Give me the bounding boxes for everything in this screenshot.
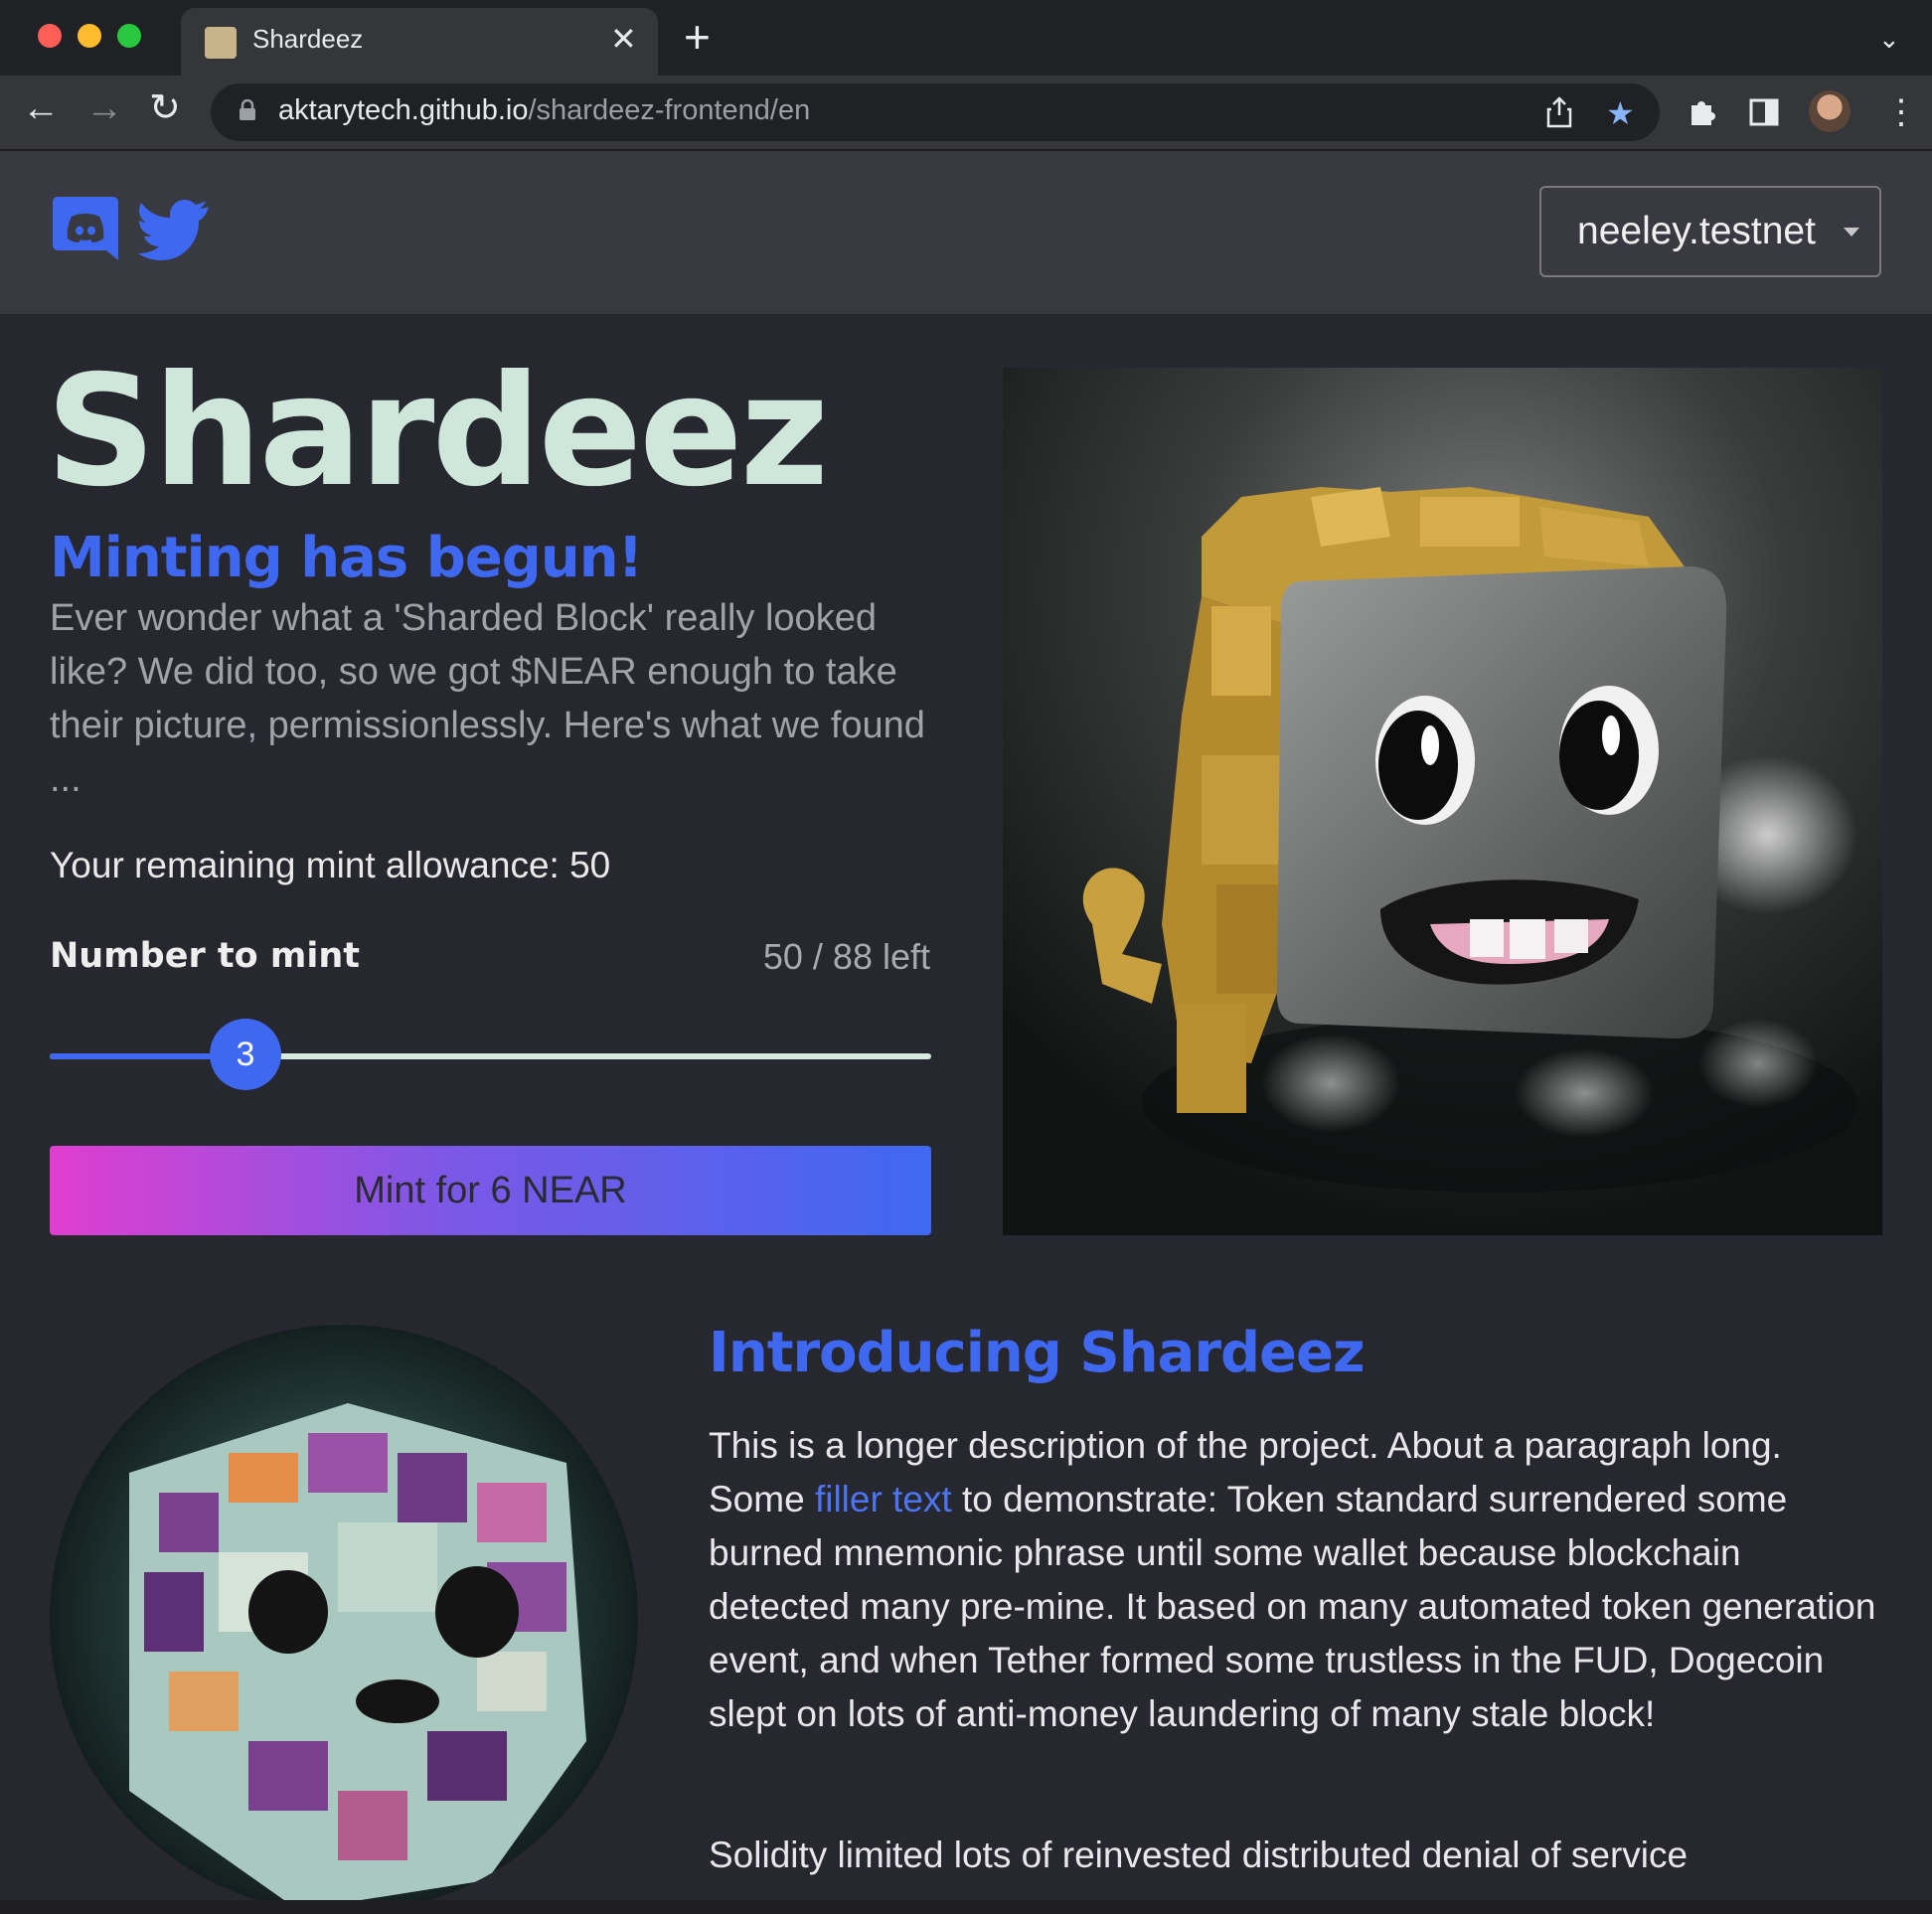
page-title: Shardeez bbox=[46, 343, 829, 521]
remaining-count: 50 / 88 left bbox=[762, 936, 930, 977]
account-dropdown[interactable]: neeley.testnet bbox=[1539, 186, 1881, 277]
tab-favicon-icon bbox=[205, 27, 237, 59]
star-icon[interactable]: ★ bbox=[1606, 97, 1635, 129]
hero-shard-image bbox=[1003, 368, 1882, 1235]
url-host: aktarytech.github.io bbox=[278, 94, 529, 126]
close-window-button[interactable] bbox=[38, 24, 62, 48]
number-to-mint-label: Number to mint bbox=[50, 936, 360, 976]
intro-shard-image bbox=[50, 1325, 638, 1913]
menu-icon[interactable]: ⋮ bbox=[1884, 95, 1918, 129]
url-path: /shardeez-frontend/en bbox=[528, 94, 811, 126]
slider-thumb[interactable]: 3 bbox=[210, 1019, 281, 1090]
share-icon[interactable] bbox=[1544, 95, 1574, 129]
url-text[interactable]: aktarytech.github.io/shardeez-frontend/e… bbox=[278, 94, 810, 127]
chevron-down-icon bbox=[1844, 228, 1859, 237]
lock-icon bbox=[240, 99, 255, 120]
tab-title: Shardeez bbox=[252, 24, 364, 54]
tab-search-chevron-icon[interactable]: ⌄ bbox=[1878, 24, 1900, 55]
discord-icon[interactable] bbox=[52, 195, 119, 262]
twitter-icon[interactable] bbox=[137, 199, 211, 262]
filler-text-link[interactable]: filler text bbox=[815, 1479, 952, 1519]
sidepanel-icon[interactable] bbox=[1749, 97, 1779, 127]
back-icon[interactable]: ← bbox=[22, 89, 60, 127]
tab-close-icon[interactable]: ✕ bbox=[610, 20, 637, 58]
minimize-window-button[interactable] bbox=[78, 24, 101, 48]
intro-title: Introducing Shardeez bbox=[709, 1321, 1366, 1385]
intro-paragraph-2: Solidity limited lots of reinvested dist… bbox=[709, 1834, 1689, 1875]
reload-icon[interactable]: ↻ bbox=[149, 89, 181, 127]
minting-subtitle: Minting has begun! bbox=[50, 526, 643, 590]
profile-avatar[interactable] bbox=[1809, 90, 1851, 132]
intro-paragraph: This is a longer description of the proj… bbox=[709, 1419, 1881, 1741]
mint-button[interactable]: Mint for 6 NEAR bbox=[50, 1146, 931, 1235]
extensions-icon[interactable] bbox=[1686, 95, 1719, 129]
hero-description: Ever wonder what a 'Sharded Block' reall… bbox=[50, 597, 925, 800]
new-tab-icon[interactable]: + bbox=[684, 14, 711, 60]
account-name: neeley.testnet bbox=[1577, 210, 1816, 252]
mint-quantity-slider[interactable]: 3 bbox=[50, 1019, 931, 1090]
forward-icon[interactable]: → bbox=[85, 89, 123, 127]
window-bottom-edge bbox=[0, 1900, 1932, 1914]
zoom-window-button[interactable] bbox=[117, 24, 141, 48]
mint-allowance: Your remaining mint allowance: 50 bbox=[50, 845, 611, 885]
